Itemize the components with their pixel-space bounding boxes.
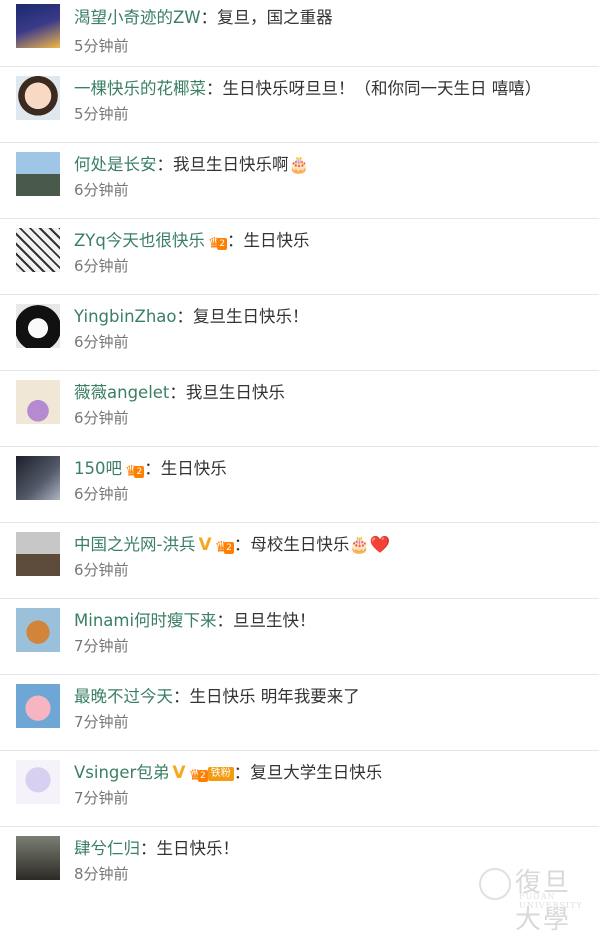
- comment-line: 150吧 ♛2 ：生日快乐: [74, 455, 227, 479]
- timestamp: 6分钟前: [74, 333, 129, 351]
- avatar[interactable]: [16, 76, 60, 120]
- comment-text: 旦旦生快！: [233, 611, 316, 630]
- comment-line: 肆兮仁归：生日快乐！: [74, 835, 239, 859]
- timestamp: 5分钟前: [74, 105, 129, 123]
- comment-line: Minami何时瘦下来：旦旦生快！: [74, 607, 316, 631]
- verified-v-icon: V: [198, 535, 212, 555]
- comment-line: ZYq今天也很快乐 ♛2 ：生日快乐: [74, 227, 310, 251]
- separator: ：: [233, 535, 251, 554]
- comment-item: 中国之光网-洪兵 V ♛2 ：母校生日快乐🎂❤️ 6分钟前: [0, 523, 599, 599]
- timestamp: 7分钟前: [74, 637, 129, 655]
- comment-line: 中国之光网-洪兵 V ♛2 ：母校生日快乐🎂❤️: [74, 531, 390, 555]
- crown-level-icon: ♛2: [125, 462, 145, 480]
- avatar[interactable]: [16, 456, 60, 500]
- level-badge: 2: [134, 466, 145, 478]
- comment-item: YingbinZhao：复旦生日快乐！ 6分钟前: [0, 295, 599, 371]
- comment-item: 150吧 ♛2 ：生日快乐 6分钟前: [0, 447, 599, 523]
- comment-text: 母校生日快乐🎂❤️: [250, 535, 391, 554]
- separator: ：: [200, 8, 218, 27]
- crown-level-icon: ♛2: [214, 538, 234, 556]
- timestamp: 6分钟前: [74, 181, 129, 199]
- comment-item: 渴望小奇迹的ZW：复旦，国之重器 5分钟前: [0, 0, 599, 67]
- avatar[interactable]: [16, 4, 60, 48]
- fan-badge: 铁粉: [207, 767, 234, 781]
- comment-line: 渴望小奇迹的ZW：复旦，国之重器: [74, 4, 333, 28]
- comment-line: 薇薇angelet：我旦生日快乐: [74, 379, 285, 403]
- comment-item: Vsinger包弟 V ♛2 铁粉 ：复旦大学生日快乐 7分钟前: [0, 751, 599, 827]
- timestamp: 6分钟前: [74, 561, 129, 579]
- comment-item: Minami何时瘦下来：旦旦生快！ 7分钟前: [0, 599, 599, 675]
- separator: ：: [169, 383, 186, 402]
- username-link[interactable]: YingbinZhao: [74, 307, 177, 326]
- separator: ：: [156, 155, 174, 174]
- username-link[interactable]: 150吧: [74, 459, 122, 478]
- avatar[interactable]: [16, 532, 60, 576]
- comment-item: 最晚不过今天：生日快乐 明年我要来了 7分钟前: [0, 675, 599, 751]
- avatar[interactable]: [16, 836, 60, 880]
- comment-text: 复旦大学生日快乐: [250, 763, 383, 782]
- comment-item: 薇薇angelet：我旦生日快乐 6分钟前: [0, 371, 599, 447]
- avatar[interactable]: [16, 608, 60, 652]
- timestamp: 7分钟前: [74, 789, 129, 807]
- separator: ：: [144, 459, 161, 478]
- separator: ：: [173, 687, 190, 706]
- separator: ：: [227, 231, 244, 250]
- crown-level-icon: ♛2: [188, 766, 208, 784]
- timestamp: 6分钟前: [74, 257, 129, 275]
- separator: ：: [140, 839, 157, 858]
- comment-item: 何处是长安：我旦生日快乐啊🎂 6分钟前: [0, 143, 599, 219]
- comment-text: 生日快乐: [243, 231, 310, 250]
- fudan-watermark: 復旦大學 FUDAN UNIVERSITY: [479, 862, 591, 935]
- timestamp: 6分钟前: [74, 409, 129, 427]
- comment-item: 一棵快乐的花椰菜：生日快乐呀旦旦！（和你同一天生日 嘻嘻） 5分钟前: [0, 67, 599, 143]
- comment-text: 复旦生日快乐！: [193, 307, 309, 326]
- verified-v-icon: V: [172, 763, 186, 783]
- comment-text: 生日快乐！: [156, 839, 240, 858]
- separator: ：: [233, 763, 251, 782]
- timestamp: 5分钟前: [74, 37, 129, 55]
- comment-line: YingbinZhao：复旦生日快乐！: [74, 303, 309, 327]
- username-link[interactable]: 最晚不过今天: [74, 687, 173, 706]
- avatar[interactable]: [16, 760, 60, 804]
- username-link[interactable]: 肆兮仁归: [74, 839, 140, 858]
- level-badge: 2: [224, 542, 234, 554]
- separator: ：: [206, 79, 223, 98]
- username-link[interactable]: 薇薇angelet: [74, 383, 169, 402]
- timestamp: 6分钟前: [74, 485, 129, 503]
- avatar[interactable]: [16, 380, 60, 424]
- comment-text: 复旦，国之重器: [217, 8, 333, 27]
- avatar[interactable]: [16, 304, 60, 348]
- level-badge: 2: [197, 770, 208, 782]
- avatar[interactable]: [16, 152, 60, 196]
- avatar[interactable]: [16, 228, 60, 272]
- comment-text: 生日快乐呀旦旦！（和你同一天生日 嘻嘻）: [222, 79, 542, 98]
- crown-level-icon: ♛2: [207, 234, 228, 252]
- username-link[interactable]: 中国之光网-洪兵: [74, 535, 195, 554]
- seal-icon: [479, 868, 511, 900]
- username-link[interactable]: Vsinger包弟: [74, 763, 169, 782]
- username-link[interactable]: Minami何时瘦下来: [74, 611, 217, 630]
- comment-item: ZYq今天也很快乐 ♛2 ：生日快乐 6分钟前: [0, 219, 599, 295]
- separator: ：: [176, 307, 194, 326]
- avatar[interactable]: [16, 684, 60, 728]
- comment-line: 一棵快乐的花椰菜：生日快乐呀旦旦！（和你同一天生日 嘻嘻）: [74, 75, 541, 99]
- separator: ：: [216, 611, 234, 630]
- comment-text: 生日快乐: [160, 459, 227, 478]
- username-link[interactable]: 何处是长安: [74, 155, 157, 174]
- timestamp: 8分钟前: [74, 865, 129, 883]
- comment-line: Vsinger包弟 V ♛2 铁粉 ：复旦大学生日快乐: [74, 759, 382, 783]
- comment-line: 最晚不过今天：生日快乐 明年我要来了: [74, 683, 360, 707]
- level-badge: 2: [217, 238, 228, 250]
- username-link[interactable]: ZYq今天也很快乐: [74, 231, 205, 250]
- timestamp: 7分钟前: [74, 713, 129, 731]
- comment-text: 我旦生日快乐: [185, 383, 285, 402]
- comment-text: 我旦生日快乐啊🎂: [173, 155, 310, 174]
- username-link[interactable]: 渴望小奇迹的ZW: [74, 8, 201, 27]
- username-link[interactable]: 一棵快乐的花椰菜: [74, 79, 206, 98]
- comment-list: 渴望小奇迹的ZW：复旦，国之重器 5分钟前 一棵快乐的花椰菜：生日快乐呀旦旦！（…: [0, 0, 599, 903]
- comment-text: 生日快乐 明年我要来了: [189, 687, 360, 706]
- watermark-subtitle: FUDAN UNIVERSITY: [519, 892, 583, 910]
- comment-line: 何处是长安：我旦生日快乐啊🎂: [74, 151, 309, 175]
